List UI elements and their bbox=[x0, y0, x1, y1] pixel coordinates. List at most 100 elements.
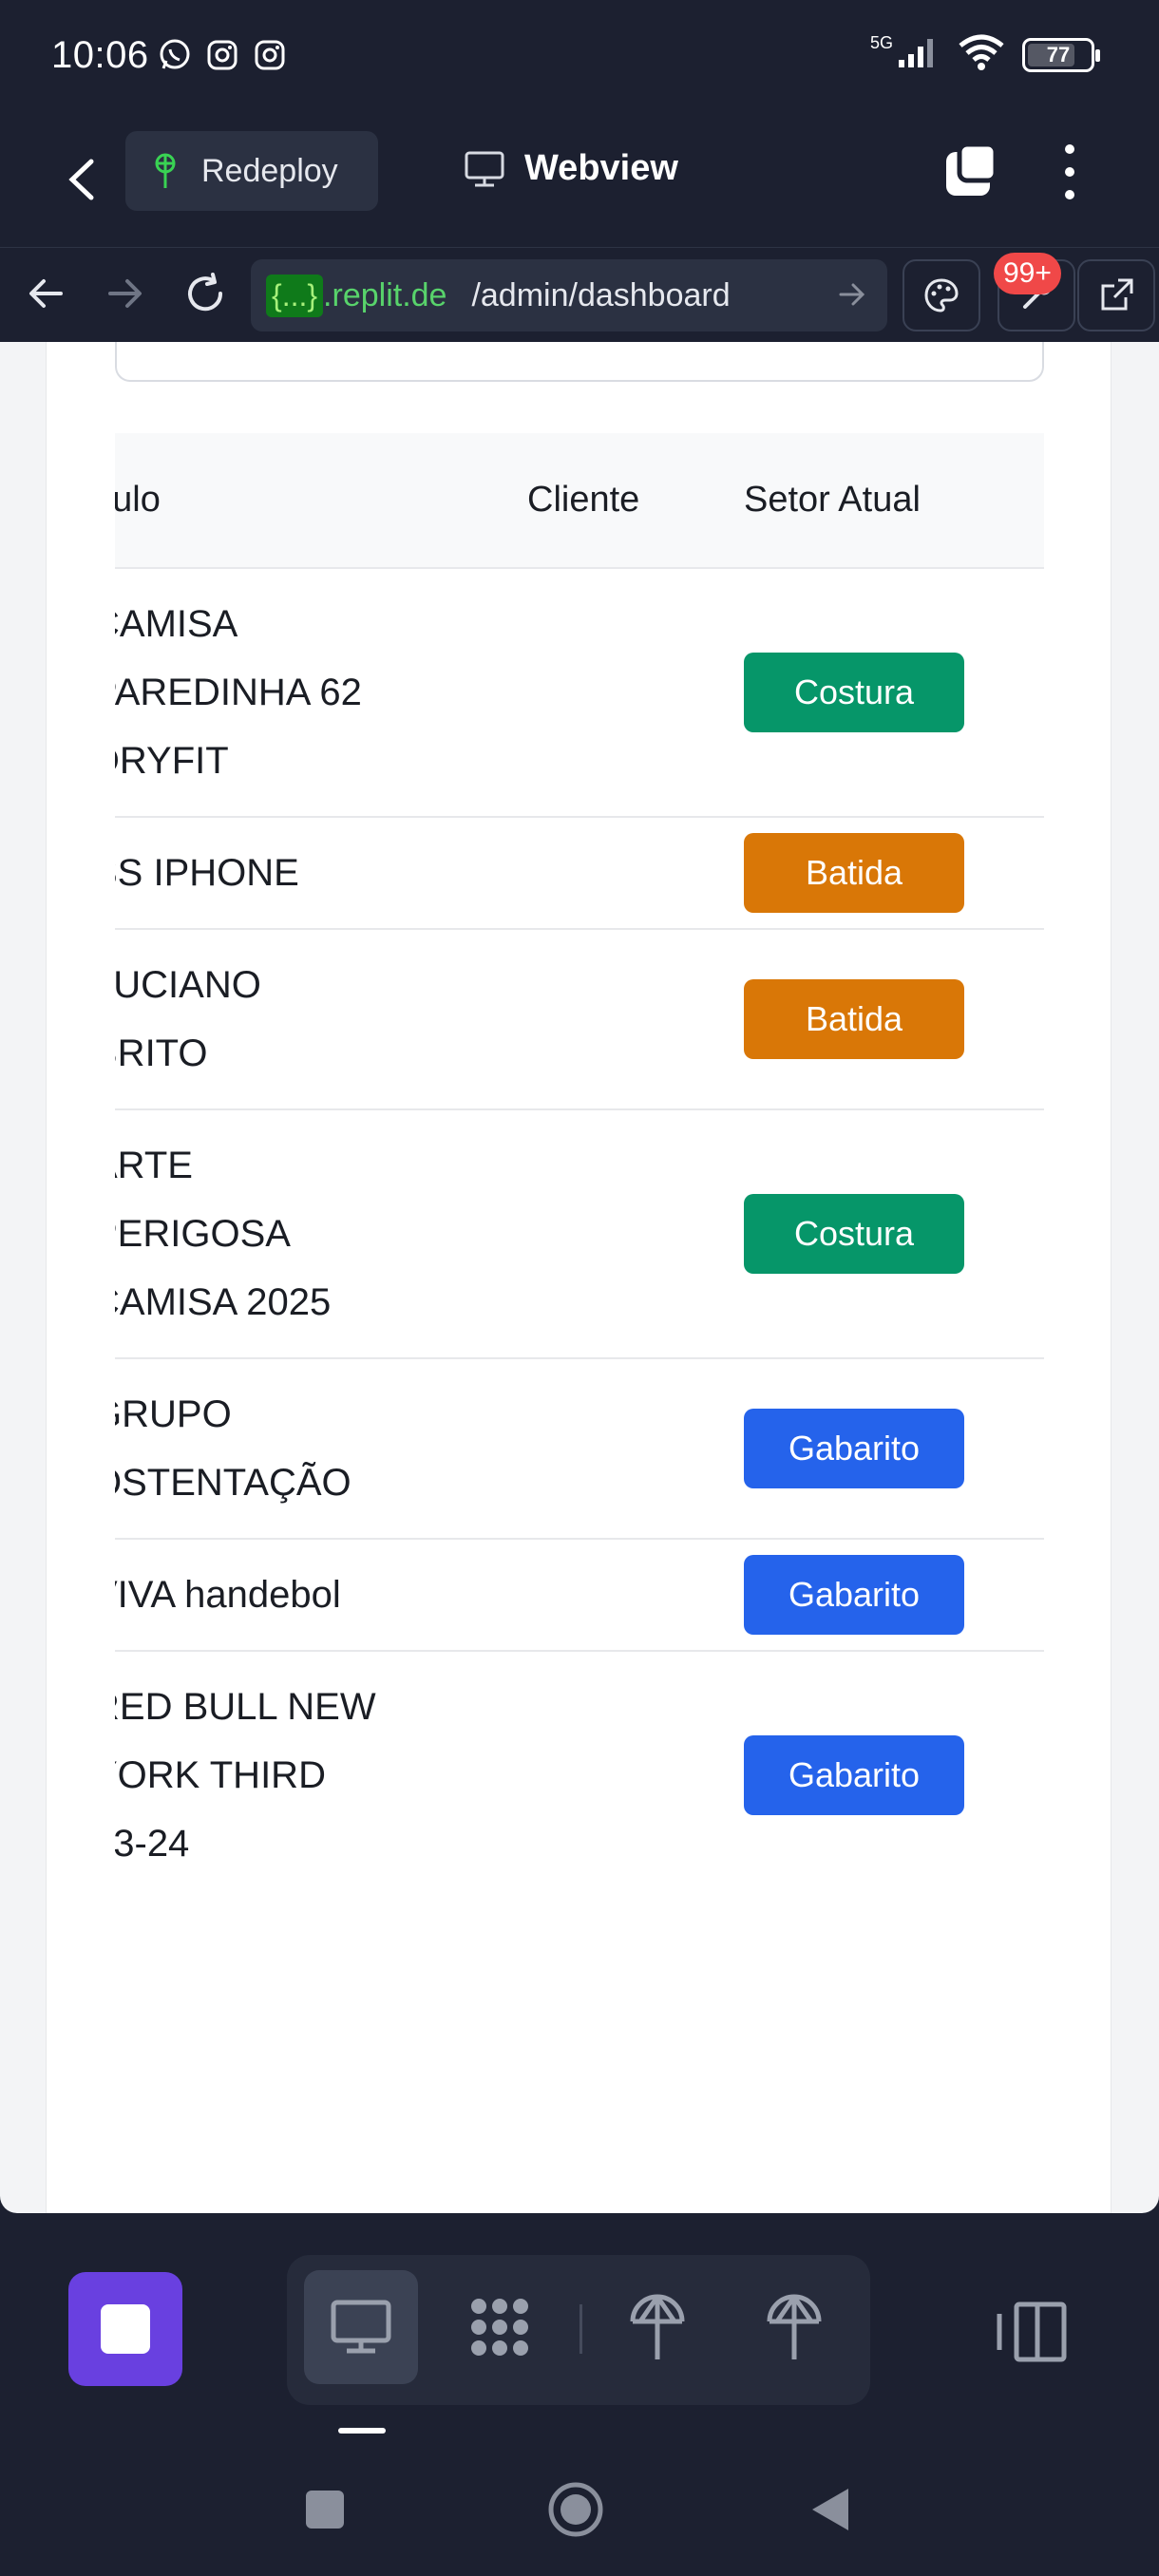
order-client-cell bbox=[501, 928, 717, 1109]
order-title-line: CAMISA bbox=[115, 603, 238, 645]
webview-view-button[interactable] bbox=[304, 2270, 418, 2384]
url-path: /admin/dashboard bbox=[471, 276, 731, 313]
order-status-cell bbox=[1031, 1357, 1044, 1539]
home-button[interactable] bbox=[538, 2472, 614, 2548]
order-client-cell bbox=[501, 567, 717, 817]
order-title-line: ARTE bbox=[115, 1145, 193, 1186]
workspace-view-button[interactable] bbox=[443, 2270, 557, 2384]
arrow-right-icon bbox=[108, 279, 142, 308]
orders-card: ítulo Cliente Setor Atual E CAMISA PAREDI… bbox=[46, 342, 1112, 2213]
column-header-extra[interactable]: E bbox=[1031, 433, 1044, 568]
order-title-line: CAMISA 2025 bbox=[115, 1281, 332, 1323]
recent-apps-button[interactable] bbox=[287, 2472, 363, 2548]
order-title-line: VIVA handebol bbox=[115, 1574, 341, 1616]
sector-badge: Costura bbox=[744, 653, 964, 732]
browser-toolbar: {...} .replit.de /admin/dashboard bbox=[0, 247, 1159, 342]
deploy-settings-button[interactable] bbox=[737, 2270, 851, 2384]
order-status-cell bbox=[1031, 928, 1044, 1109]
webview-content: ítulo Cliente Setor Atual E CAMISA PAREDI… bbox=[0, 342, 1159, 2213]
tabs-icon bbox=[946, 142, 998, 196]
order-title-cell: CAMISA PAREDINHA 62 DRYFIT bbox=[115, 567, 501, 817]
table-row[interactable]: ARTE PERIGOSA CAMISA 2025 Costura bbox=[115, 1108, 1044, 1358]
palette-icon bbox=[924, 278, 959, 313]
table-row[interactable]: RED BULL NEW YORK THIRD 23-24 Gabarito bbox=[115, 1650, 1044, 1899]
url-token: {...} bbox=[266, 274, 324, 317]
webview-tab[interactable]: Webview bbox=[464, 148, 678, 189]
table-row[interactable]: VIVA handebol Gabarito bbox=[115, 1538, 1044, 1651]
column-header-title[interactable]: ítulo bbox=[115, 433, 501, 568]
order-title-line: LUCIANO bbox=[115, 964, 261, 1006]
order-title-line: DRYFIT bbox=[115, 740, 229, 782]
instagram-icon bbox=[205, 38, 239, 72]
order-title-line: RED BULL NEW bbox=[115, 1686, 376, 1728]
order-title-line: YORK THIRD bbox=[115, 1754, 326, 1796]
url-host: .replit.de bbox=[323, 276, 447, 313]
order-status-cell bbox=[1031, 1108, 1044, 1358]
search-input[interactable] bbox=[115, 342, 1044, 382]
orders-table-wrapper[interactable]: ítulo Cliente Setor Atual E CAMISA PAREDI… bbox=[115, 433, 1044, 2213]
tabs-button[interactable] bbox=[942, 142, 999, 199]
deployments-button[interactable] bbox=[600, 2270, 714, 2384]
network-label: 5G bbox=[869, 33, 893, 52]
sector-badge: Gabarito bbox=[744, 1555, 964, 1635]
order-title-cell: VIVA handebol bbox=[115, 1538, 501, 1651]
home-circle-icon bbox=[548, 2482, 603, 2537]
table-header-row: ítulo Cliente Setor Atual E bbox=[115, 433, 1044, 568]
redeploy-label: Redeploy bbox=[201, 152, 338, 189]
deploy-icon bbox=[767, 2294, 822, 2359]
chevron-left-icon bbox=[68, 159, 94, 200]
order-sector-cell: Batida bbox=[717, 816, 1031, 929]
sector-badge: Gabarito bbox=[744, 1735, 964, 1815]
whatsapp-icon bbox=[158, 38, 192, 72]
arrow-left-icon bbox=[29, 279, 63, 308]
order-sector-cell: Costura bbox=[717, 567, 1031, 817]
redeploy-button[interactable]: Redeploy bbox=[125, 131, 378, 211]
sector-badge: Batida bbox=[744, 833, 964, 913]
wifi-icon bbox=[958, 34, 1005, 75]
sidebar-panel-icon bbox=[997, 2301, 1067, 2362]
order-title-cell: SS IPHONE bbox=[115, 816, 501, 929]
deploy-icon bbox=[630, 2294, 685, 2359]
open-external-button[interactable] bbox=[1077, 259, 1155, 331]
order-title-line: PAREDINHA 62 bbox=[115, 672, 362, 713]
order-title-line: SS IPHONE bbox=[115, 852, 299, 894]
notification-badge: 99+ bbox=[994, 253, 1061, 294]
order-title-line: OSTENTAÇÃO bbox=[115, 1462, 352, 1504]
instagram-icon bbox=[253, 38, 287, 72]
order-sector-cell: Gabarito bbox=[717, 1357, 1031, 1539]
order-title-cell: GRUPO OSTENTAÇÃO bbox=[115, 1357, 501, 1539]
more-options-button[interactable] bbox=[1051, 141, 1089, 203]
status-app-icons bbox=[158, 38, 287, 72]
order-title-line: GRUPO bbox=[115, 1393, 232, 1435]
go-icon[interactable] bbox=[838, 278, 866, 319]
table-row[interactable]: CAMISA PAREDINHA 62 DRYFIT Costura bbox=[115, 567, 1044, 817]
status-time: 10:06 bbox=[51, 34, 149, 76]
system-back-button[interactable] bbox=[792, 2472, 868, 2548]
apps-grid-icon bbox=[471, 2299, 528, 2356]
square-icon bbox=[306, 2491, 344, 2529]
panel-toggle-button[interactable] bbox=[994, 2301, 1070, 2363]
column-header-client[interactable]: Cliente bbox=[501, 433, 717, 568]
table-row[interactable]: SS IPHONE Batida bbox=[115, 816, 1044, 929]
triangle-back-icon bbox=[812, 2489, 848, 2530]
url-input[interactable]: {...} .replit.de /admin/dashboard bbox=[251, 259, 887, 331]
column-header-sector[interactable]: Setor Atual bbox=[717, 433, 1031, 568]
order-title-cell: RED BULL NEW YORK THIRD 23-24 bbox=[115, 1650, 501, 1899]
deploy-icon bbox=[155, 153, 176, 188]
external-link-icon bbox=[1101, 278, 1133, 311]
reload-button[interactable] bbox=[180, 269, 230, 318]
order-status-cell bbox=[1031, 816, 1044, 929]
browser-back-button[interactable] bbox=[21, 269, 70, 318]
theme-button[interactable] bbox=[902, 259, 980, 331]
stop-icon bbox=[101, 2304, 150, 2354]
order-title-cell: LUCIANO BRITO bbox=[115, 928, 501, 1109]
table-row[interactable]: GRUPO OSTENTAÇÃO Gabarito bbox=[115, 1357, 1044, 1539]
monitor-icon bbox=[465, 151, 504, 186]
back-button[interactable] bbox=[57, 148, 104, 211]
browser-forward-button[interactable] bbox=[101, 269, 150, 318]
table-row[interactable]: LUCIANO BRITO Batida bbox=[115, 928, 1044, 1109]
stop-button[interactable] bbox=[68, 2272, 182, 2386]
order-client-cell bbox=[501, 1650, 717, 1899]
order-status-cell bbox=[1031, 1538, 1044, 1651]
order-title-line: PERIGOSA bbox=[115, 1213, 291, 1255]
